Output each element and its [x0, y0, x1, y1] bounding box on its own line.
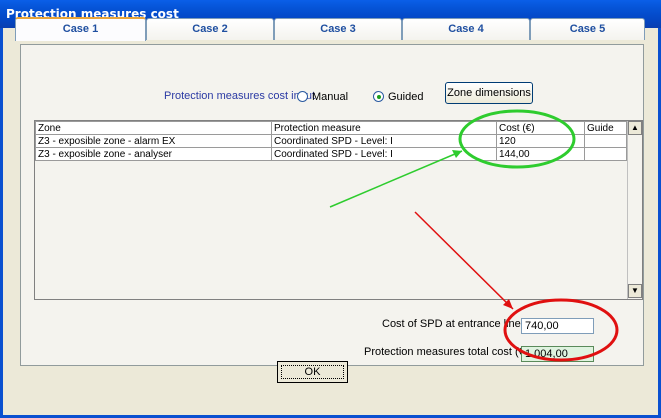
- scroll-up-icon[interactable]: ▲: [628, 121, 642, 135]
- total-cost-label: Protection measures total cost (€): [364, 346, 529, 358]
- protection-measures-table: Zone Protection measure Cost (€) Guide Z…: [34, 120, 643, 300]
- tab-case-3[interactable]: Case 3: [274, 18, 402, 40]
- tab-case-2[interactable]: Case 2: [146, 18, 274, 40]
- col-protection-measure[interactable]: Protection measure: [271, 121, 497, 135]
- manual-radio-option[interactable]: Manual: [297, 91, 348, 103]
- guided-radio-option[interactable]: Guided: [373, 91, 423, 103]
- table-scrollbar[interactable]: ▲ ▼: [627, 121, 642, 299]
- table-row[interactable]: Z3 - exposible zone - analyser Coordinat…: [35, 147, 627, 161]
- cell-zone[interactable]: Z3 - exposible zone - alarm EX: [35, 134, 272, 148]
- manual-label: Manual: [312, 91, 349, 103]
- scroll-down-icon[interactable]: ▼: [628, 284, 642, 298]
- col-zone[interactable]: Zone: [35, 121, 272, 135]
- ok-button[interactable]: OK: [277, 361, 348, 383]
- cost-input-label: Protection measures cost input: [164, 90, 316, 102]
- spd-cost-label: Cost of SPD at entrance line: [382, 318, 521, 330]
- tab-case-4[interactable]: Case 4: [402, 18, 530, 40]
- table-header-row: Zone Protection measure Cost (€) Guide: [35, 121, 627, 135]
- cell-zone[interactable]: Z3 - exposible zone - analyser: [35, 147, 272, 161]
- guided-label: Guided: [388, 91, 424, 103]
- manual-radio[interactable]: [297, 91, 308, 102]
- spd-cost-field[interactable]: 740,00: [521, 318, 594, 334]
- cell-guide[interactable]: [584, 147, 627, 161]
- ok-focus-ring: [281, 365, 344, 379]
- guided-radio[interactable]: [373, 91, 384, 102]
- total-cost-field: 1.004,00: [521, 346, 594, 362]
- cell-cost[interactable]: 144,00: [496, 147, 585, 161]
- zone-dimensions-button[interactable]: Zone dimensions: [445, 82, 533, 104]
- col-guide[interactable]: Guide: [584, 121, 627, 135]
- cost-input-row: Protection measures cost input: [164, 90, 315, 106]
- cell-protection-measure[interactable]: Coordinated SPD - Level: I: [271, 134, 497, 148]
- table-row[interactable]: Z3 - exposible zone - alarm EX Coordinat…: [35, 134, 627, 148]
- cell-protection-measure[interactable]: Coordinated SPD - Level: I: [271, 147, 497, 161]
- tab-case-5[interactable]: Case 5: [530, 18, 645, 40]
- cell-cost[interactable]: 120: [496, 134, 585, 148]
- tab-case-1[interactable]: Case 1: [15, 17, 146, 41]
- col-cost[interactable]: Cost (€): [496, 121, 585, 135]
- cell-guide[interactable]: [584, 134, 627, 148]
- case-tabs: Case 1 Case 2 Case 3 Case 4 Case 5: [15, 17, 645, 41]
